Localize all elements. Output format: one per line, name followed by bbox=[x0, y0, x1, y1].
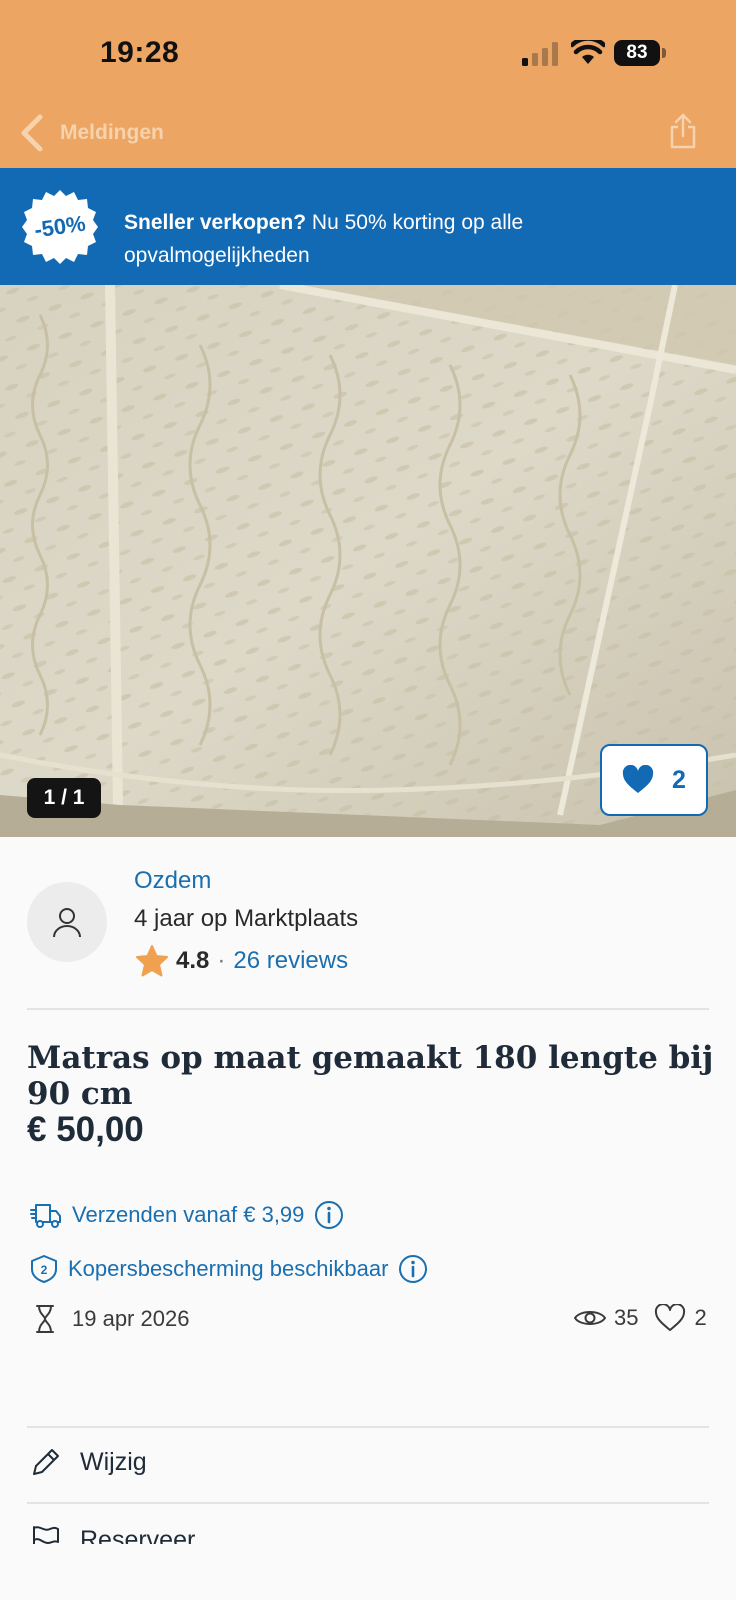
seller-section[interactable]: Ozdem 4 jaar op Marktplaats 4.8 · 26 rev… bbox=[0, 837, 736, 1009]
divider bbox=[27, 1426, 709, 1428]
promo-text: Sneller verkopen? Nu 50% korting op alle… bbox=[124, 206, 684, 272]
discount-badge-icon: -50% bbox=[22, 190, 98, 264]
delivery-truck-icon bbox=[30, 1204, 61, 1228]
user-icon bbox=[53, 908, 81, 938]
likes-count: 2 bbox=[694, 1305, 707, 1330]
shield-icon: 2 bbox=[31, 1255, 57, 1283]
product-photo[interactable]: 1 / 1 2 bbox=[0, 285, 736, 837]
divider bbox=[27, 1008, 709, 1010]
seller-name[interactable]: Ozdem bbox=[134, 867, 211, 895]
star-icon bbox=[136, 945, 168, 977]
listing-title: Matras op maat gemaakt 180 lengte bij 90… bbox=[27, 1040, 714, 1112]
info-icon[interactable] bbox=[398, 1254, 428, 1284]
heart-filled-icon bbox=[622, 765, 654, 793]
pencil-icon bbox=[33, 1449, 59, 1475]
favorite-count: 2 bbox=[672, 765, 686, 794]
wifi-icon bbox=[571, 40, 605, 64]
listing-stats: 35 2 bbox=[574, 1304, 707, 1332]
shipping-label[interactable]: Verzenden vanaf € 3,99 bbox=[72, 1202, 304, 1228]
heart-outline-icon bbox=[655, 1304, 686, 1331]
reserve-label: Reserveer bbox=[80, 1525, 196, 1545]
nav-bar: Meldingen bbox=[0, 100, 736, 168]
back-button[interactable]: Meldingen bbox=[18, 108, 164, 158]
listing-date: 19 apr 2026 bbox=[72, 1306, 190, 1331]
hourglass-icon bbox=[36, 1305, 54, 1333]
rating-value: 4.8 bbox=[176, 947, 210, 974]
views-count: 35 bbox=[614, 1305, 639, 1330]
battery-level: 83 bbox=[614, 40, 660, 66]
edit-label: Wijzig bbox=[80, 1447, 147, 1476]
flag-icon bbox=[33, 1526, 59, 1544]
promo-banner[interactable]: -50% Sneller verkopen? Nu 50% korting op… bbox=[0, 168, 736, 285]
buyer-protection-label[interactable]: Kopersbescherming beschikbaar bbox=[68, 1256, 388, 1282]
listing-price: € 50,00 bbox=[27, 1110, 144, 1149]
edit-button[interactable]: Wijzig bbox=[30, 1446, 147, 1478]
back-label: Meldingen bbox=[60, 121, 164, 144]
reserve-button[interactable]: Reserveer bbox=[30, 1524, 195, 1544]
shipping-row[interactable]: Verzenden vanaf € 3,99 bbox=[30, 1200, 344, 1230]
share-icon[interactable] bbox=[668, 112, 698, 150]
chevron-left-icon bbox=[21, 114, 43, 152]
favorite-button[interactable]: 2 bbox=[600, 744, 708, 816]
photo-counter: 1 / 1 bbox=[27, 778, 101, 818]
eye-icon bbox=[574, 1311, 606, 1325]
buyer-protection-row[interactable]: 2 Kopersbescherming beschikbaar bbox=[30, 1254, 428, 1284]
rating-separator: · bbox=[217, 947, 226, 974]
battery-icon: 83 bbox=[614, 40, 666, 66]
promo-bold-text: Sneller verkopen? bbox=[124, 211, 307, 234]
avatar[interactable] bbox=[27, 882, 107, 962]
reserve-button-clip: Reserveer bbox=[0, 1504, 736, 1544]
cellular-signal-icon bbox=[522, 42, 558, 66]
svg-text:2: 2 bbox=[41, 1263, 48, 1277]
info-icon[interactable] bbox=[314, 1200, 344, 1230]
status-bar: 19:28 83 bbox=[0, 0, 736, 100]
reviews-link[interactable]: 26 reviews bbox=[233, 947, 348, 975]
listing-date-row: 19 apr 2026 bbox=[34, 1304, 189, 1334]
seller-since: 4 jaar op Marktplaats bbox=[134, 905, 359, 932]
rating-row: 4.8 · 26 reviews bbox=[136, 945, 348, 977]
status-time: 19:28 bbox=[100, 36, 180, 69]
